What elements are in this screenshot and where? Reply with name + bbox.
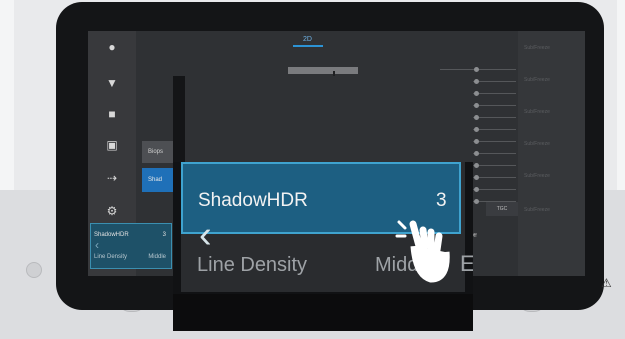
mini-line-density-value: Middle — [148, 254, 166, 260]
report-icon[interactable]: ■ — [102, 106, 122, 122]
slider-handle[interactable] — [474, 199, 479, 204]
slider-handle[interactable] — [474, 151, 479, 156]
slider-handle[interactable] — [474, 163, 479, 168]
right-function-column: Sub/Freeze Sub/Freeze Sub/Freeze Sub/Fre… — [518, 31, 585, 276]
slider-handle[interactable] — [474, 91, 479, 96]
zoom-edge-strip — [173, 76, 185, 162]
function-key-label[interactable]: Sub/Freeze — [524, 109, 550, 115]
slider-handle[interactable] — [474, 139, 479, 144]
probe-icon[interactable]: ▼ — [102, 75, 122, 91]
function-key-label[interactable]: Sub/Freeze — [524, 77, 550, 83]
image-review-icon[interactable]: ▣ — [102, 137, 122, 153]
tap-gesture-icon — [395, 220, 450, 283]
settings-icon[interactable]: ⚙ — [102, 203, 122, 219]
chevron-left-icon[interactable]: ‹ — [199, 216, 212, 254]
zoom-top-area — [173, 76, 473, 162]
shadow-hdr-value: 3 — [436, 190, 447, 211]
slider-handle[interactable] — [474, 187, 479, 192]
tab-active-indicator — [293, 45, 323, 47]
function-key-label[interactable]: Sub/Freeze — [524, 173, 550, 179]
exit-icon[interactable]: ⇢ — [102, 170, 122, 186]
function-key-label[interactable]: Sub/Freeze — [524, 207, 550, 213]
zoom-callout: ShadowHDR 3 ‹ Line Density Middle E — [173, 76, 473, 331]
header-bar — [288, 67, 358, 74]
slider-handle[interactable] — [474, 127, 479, 132]
function-key-label[interactable]: Sub/Freeze — [524, 45, 550, 51]
tab-2d[interactable]: 2D — [303, 36, 312, 43]
slider-handle[interactable] — [474, 115, 479, 120]
console-button[interactable] — [26, 262, 42, 278]
mini-shadow-hdr-label: ShadowHDR — [94, 232, 129, 238]
next-item-label[interactable]: E — [460, 251, 473, 277]
mini-shadow-hdr-row[interactable]: ShadowHDR 3 — [94, 232, 168, 238]
tgc-slider[interactable] — [440, 67, 516, 72]
slider-handle[interactable] — [474, 67, 479, 72]
warning-icon: ⚠ — [601, 276, 612, 290]
tgc-button[interactable]: TGC — [486, 202, 518, 216]
shadow-hdr-label: ShadowHDR — [198, 190, 308, 211]
person-icon[interactable]: ● — [102, 39, 122, 55]
slider-handle[interactable] — [474, 175, 479, 180]
mini-menu-panel: ShadowHDR 3 ‹ Line Density Middle — [90, 223, 172, 269]
mini-shadow-hdr-value: 3 — [162, 232, 166, 238]
function-key-label[interactable]: Sub/Freeze — [524, 141, 550, 147]
line-density-label[interactable]: Line Density — [197, 254, 307, 277]
mini-line-density-label: Line Density — [94, 254, 128, 260]
zoom-bottom-area — [173, 294, 473, 331]
mini-line-density-row[interactable]: Line Density Middle — [94, 254, 168, 260]
chevron-left-icon[interactable]: ‹ — [95, 238, 99, 252]
slider-handle[interactable] — [474, 79, 479, 84]
slider-handle[interactable] — [474, 103, 479, 108]
